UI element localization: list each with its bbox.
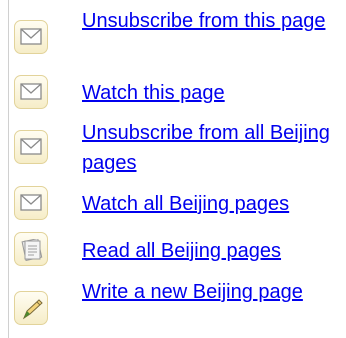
watch-page-link[interactable]: Watch this page — [82, 78, 344, 108]
action-unsubscribe-page: Unsubscribe from this page — [0, 6, 346, 66]
read-beijing-link[interactable]: Read all Beijing pages — [82, 236, 344, 266]
envelope-icon[interactable] — [14, 75, 48, 109]
envelope-icon[interactable] — [14, 130, 48, 164]
action-read-beijing: Read all Beijing pages — [0, 232, 346, 266]
watch-beijing-link[interactable]: Watch all Beijing pages — [82, 189, 344, 219]
unsubscribe-beijing-link[interactable]: Unsubscribe from all Beijing pages — [82, 118, 344, 178]
action-watch-beijing: Watch all Beijing pages — [0, 186, 346, 220]
unsubscribe-page-link[interactable]: Unsubscribe from this page — [82, 6, 344, 36]
envelope-icon[interactable] — [14, 186, 48, 220]
write-beijing-link[interactable]: Write a new Beijing page — [82, 277, 344, 307]
action-watch-page: Watch this page — [0, 75, 346, 109]
pencil-icon[interactable] — [14, 291, 48, 325]
action-write-beijing: Write a new Beijing page — [0, 277, 346, 337]
document-icon[interactable] — [14, 232, 48, 266]
envelope-icon[interactable] — [14, 20, 48, 54]
action-unsubscribe-beijing: Unsubscribe from all Beijing pages — [0, 118, 346, 178]
